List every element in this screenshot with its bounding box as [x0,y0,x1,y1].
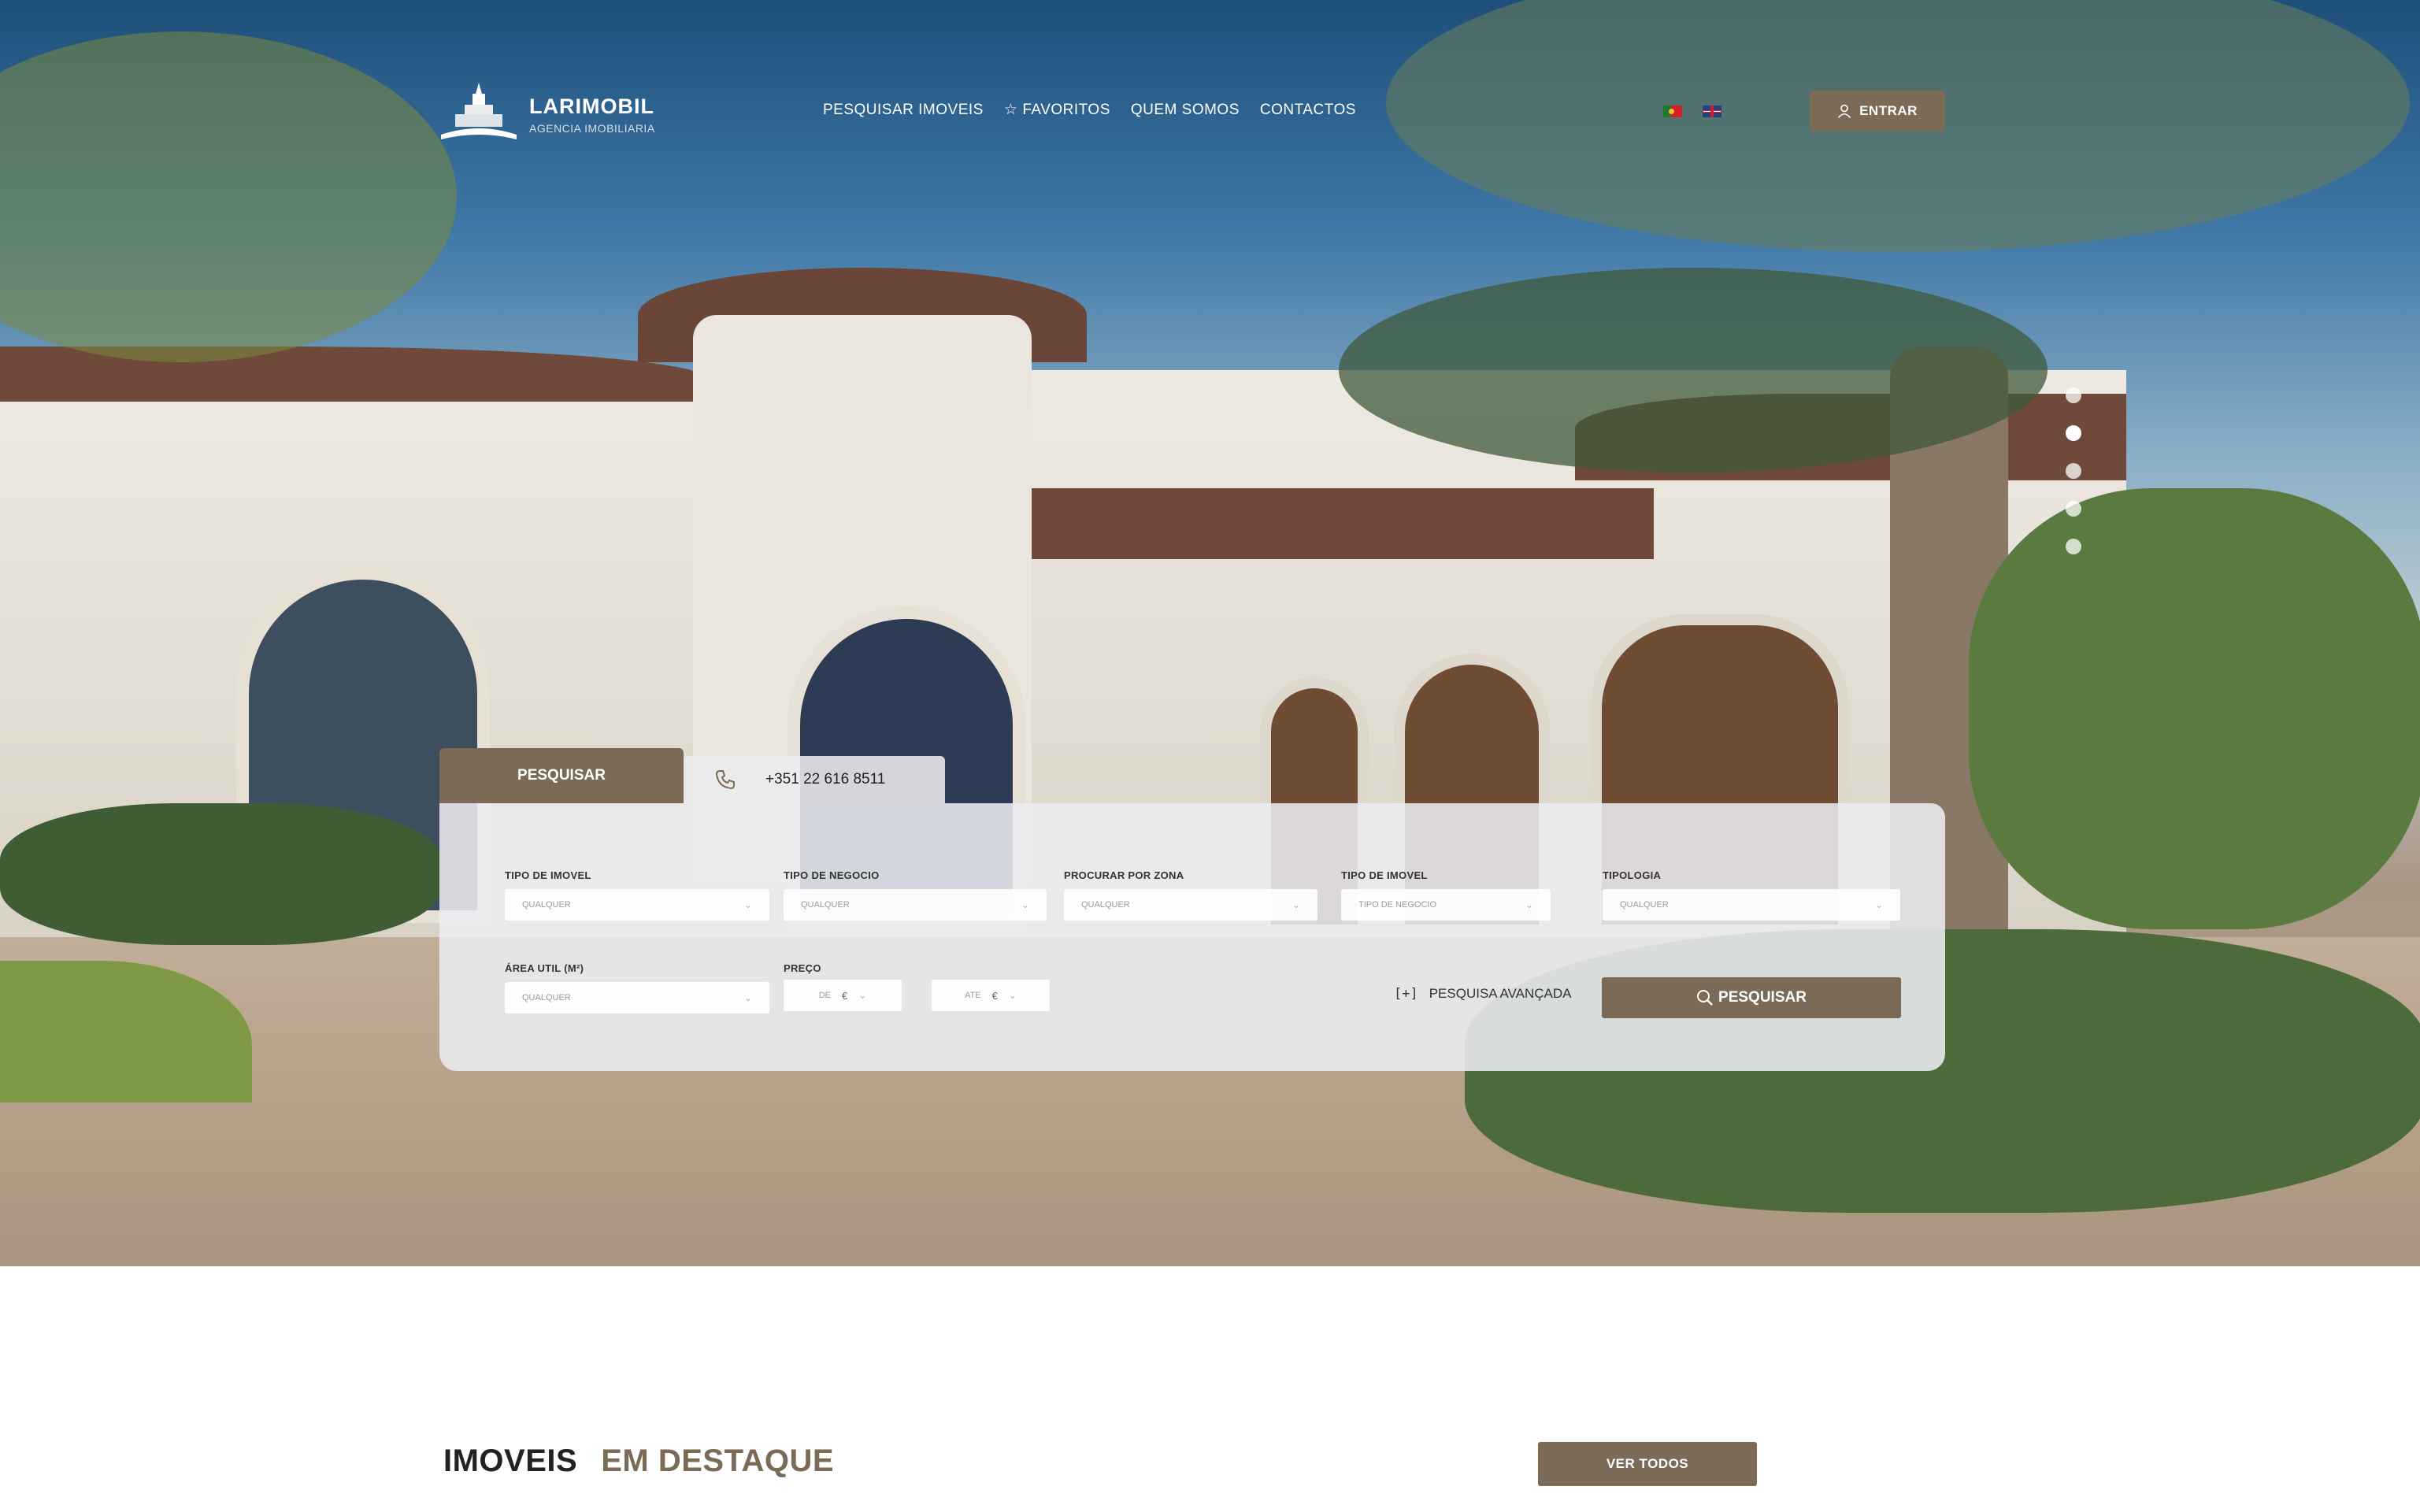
select-preco-ate[interactable]: ATE € ⌄ [932,980,1050,1011]
search-icon [1697,990,1713,1006]
chevron-down-icon: ⌄ [858,990,867,1001]
field-tipo-negocio: TIPO DE NEGOCIO QUALQUER ⌄ [784,869,1047,921]
featured-title-b: EM DESTAQUE [601,1443,835,1478]
main-nav: PESQUISAR IMOVEIS ☆ FAVORITOS QUEM SOMOS … [823,101,1377,119]
flag-pt-icon[interactable] [1663,106,1682,117]
tab-pesquisar-label: PESQUISAR [517,767,606,784]
chevron-down-icon: ⌄ [743,992,752,1003]
roof-center [1024,488,1654,559]
select-value: QUALQUER [801,900,850,910]
field-label: TIPOLOGIA [1603,869,1662,881]
phone-number: +351 22 616 8511 [765,771,886,788]
featured-heading: IMOVEIS EM DESTAQUE [443,1443,834,1479]
building-logo-icon [441,83,517,139]
search-panel [439,803,1945,1071]
chevron-down-icon: ⌄ [1874,899,1883,910]
featured-title-a: IMOVEIS [443,1443,578,1478]
search-button-label: PESQUISAR [1718,989,1807,1006]
nav-label: PESQUISAR IMOVEIS [823,101,984,118]
plus-icon: [+] [1394,986,1418,1002]
field-label: ÁREA UTIL (M²) [505,962,584,974]
field-tipologia: TIPOLOGIA QUALQUER ⌄ [1603,869,1900,921]
flag-uk-icon[interactable] [1703,106,1721,117]
slider-dot-5[interactable] [2066,539,2081,554]
trees-right [1969,488,2420,929]
nav-label: FAVORITOS [1022,101,1110,118]
view-all-button[interactable]: VER TODOS [1538,1442,1757,1486]
chevron-down-icon: ⌄ [1008,990,1017,1001]
currency-symbol: € [991,989,998,1002]
slider-dot-4[interactable] [2066,501,2081,517]
advanced-search-link[interactable]: [+] PESQUISA AVANÇADA [1394,986,1572,1002]
language-switcher [1663,106,1742,117]
field-tipo-imovel: TIPO DE IMOVEL QUALQUER ⌄ [505,869,769,921]
search-button[interactable]: PESQUISAR [1602,977,1901,1018]
brand-tagline: AGENCIA IMOBILIARIA [529,121,655,135]
hero-banner [0,0,2420,1266]
logo[interactable]: LARIMOBIL AGENCIA IMOBILIARIA [441,83,655,146]
field-tipo-imovel-2: TIPO DE IMOVEL TIPO DE NEGOCIO ⌄ [1341,869,1551,921]
nav-label: QUEM SOMOS [1130,101,1240,118]
field-label: TIPO DE NEGOCIO [784,869,880,881]
field-label: TIPO DE IMOVEL [1341,869,1428,881]
select-value: QUALQUER [522,900,571,910]
field-label: TIPO DE IMOVEL [505,869,591,881]
select-zona[interactable]: QUALQUER ⌄ [1064,889,1317,921]
slider-dot-2[interactable] [2066,425,2081,441]
palm-leaves-right [1339,268,2048,472]
field-zona: PROCURAR POR ZONA QUALQUER ⌄ [1064,869,1317,921]
select-tipo-imovel-2[interactable]: TIPO DE NEGOCIO ⌄ [1341,889,1551,921]
nav-contactos[interactable]: CONTACTOS [1260,102,1356,119]
chevron-down-icon: ⌄ [743,899,752,910]
user-icon [1837,104,1851,118]
nav-pesquisar-imoveis[interactable]: PESQUISAR IMOVEIS [823,102,984,119]
slider-dot-1[interactable] [2066,387,2081,403]
tab-phone[interactable]: +351 22 616 8511 [684,756,945,803]
nav-quem-somos[interactable]: QUEM SOMOS [1131,102,1240,119]
field-area: ÁREA UTIL (M²) QUALQUER ⌄ [505,962,769,1014]
select-value: DE [818,991,831,1000]
select-value: QUALQUER [1081,900,1130,910]
chevron-down-icon: ⌄ [1525,899,1533,910]
tab-pesquisar[interactable]: PESQUISAR [439,748,684,803]
select-tipologia[interactable]: QUALQUER ⌄ [1603,889,1900,921]
select-area[interactable]: QUALQUER ⌄ [505,982,769,1014]
currency-symbol: € [841,989,848,1002]
select-preco-de[interactable]: DE € ⌄ [784,980,902,1011]
field-label: PREÇO [784,962,821,974]
phone-icon [715,770,735,790]
field-label: PROCURAR POR ZONA [1064,869,1184,881]
view-all-label: VER TODOS [1606,1456,1689,1471]
slider-dots [2066,387,2081,576]
login-button[interactable]: ENTRAR [1810,91,1945,132]
select-tipo-imovel[interactable]: QUALQUER ⌄ [505,889,769,921]
header: LARIMOBIL AGENCIA IMOBILIARIA PESQUISAR … [0,0,2420,158]
advanced-search-label: PESQUISA AVANÇADA [1429,986,1572,1001]
shrubs-left [0,803,441,945]
star-icon: ☆ [1003,102,1018,118]
nav-label: CONTACTOS [1259,101,1356,118]
select-tipo-negocio[interactable]: QUALQUER ⌄ [784,889,1047,921]
slider-dot-3[interactable] [2066,463,2081,479]
chevron-down-icon: ⌄ [1021,899,1029,910]
select-value: TIPO DE NEGOCIO [1358,900,1437,910]
chevron-down-icon: ⌄ [1292,899,1300,910]
nav-favoritos[interactable]: ☆ FAVORITOS [1004,101,1110,119]
select-value: QUALQUER [1620,900,1669,910]
select-value: QUALQUER [522,993,571,1002]
login-label: ENTRAR [1859,103,1918,118]
select-value: ATE [965,991,981,1000]
brand-name: LARIMOBIL [529,94,654,118]
